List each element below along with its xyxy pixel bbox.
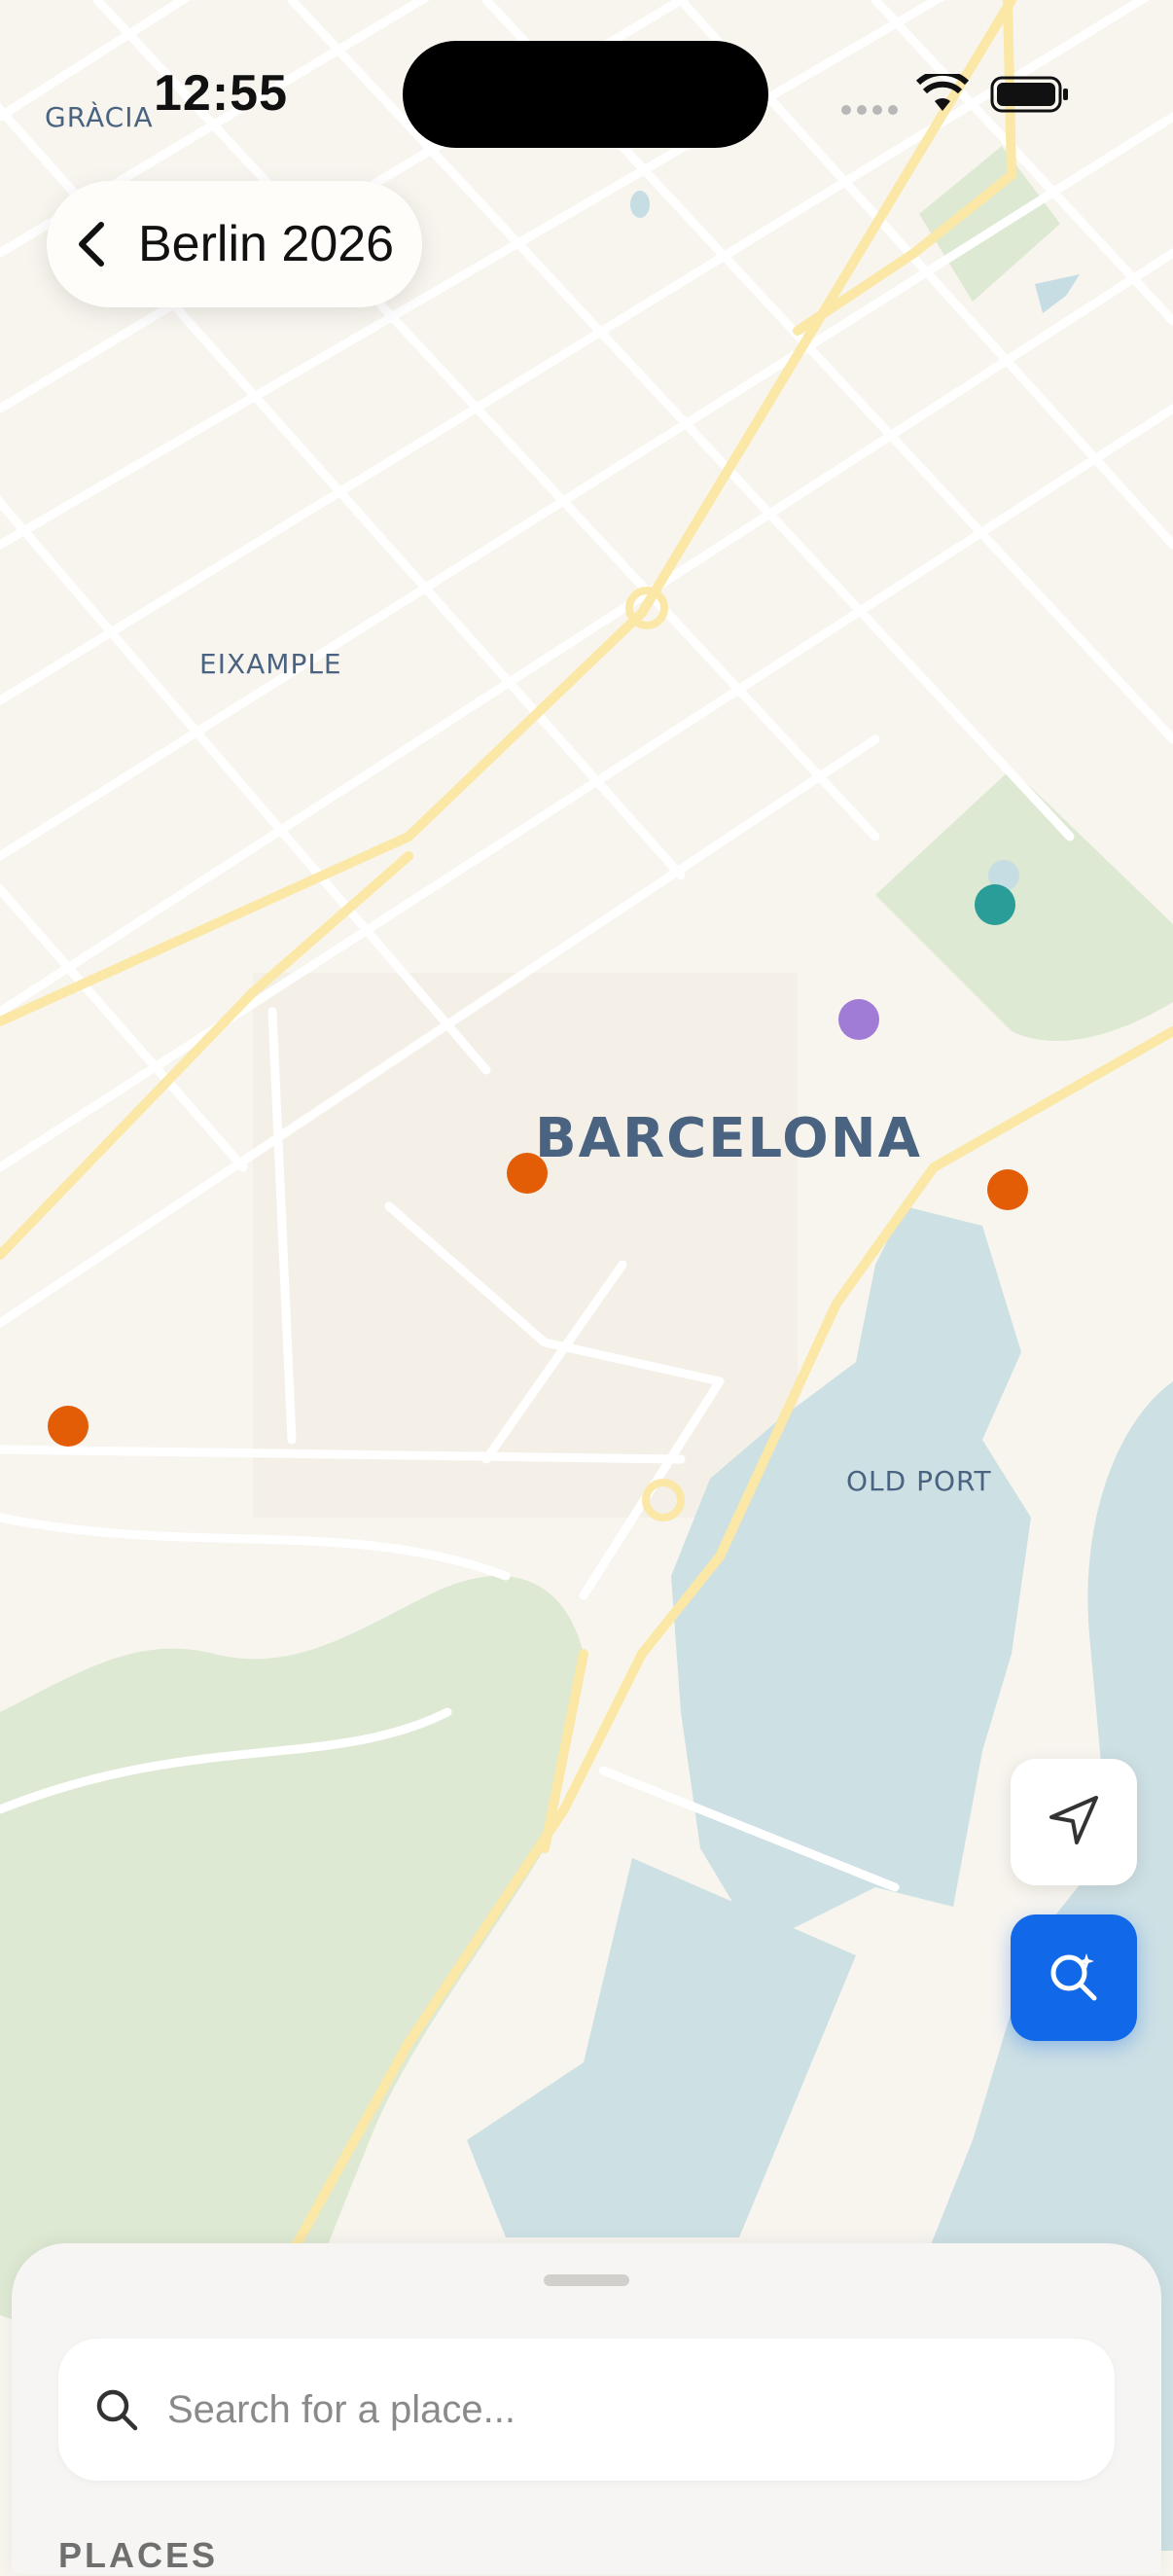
navigation-arrow-icon — [1044, 1790, 1104, 1855]
cellular-dots-icon — [840, 103, 899, 115]
battery-icon — [990, 74, 1070, 115]
back-button[interactable]: Berlin 2026 — [47, 181, 422, 307]
bottom-sheet[interactable]: PLACES — [12, 2243, 1161, 2575]
map-pin[interactable] — [975, 884, 1015, 925]
locate-button[interactable] — [1011, 1759, 1137, 1885]
map-label-gracia: GRÀCIA — [45, 101, 154, 133]
status-time: 12:55 — [154, 65, 288, 122]
chevron-left-icon — [64, 215, 123, 273]
trip-title: Berlin 2026 — [138, 216, 395, 272]
map-pin[interactable] — [507, 1153, 548, 1194]
map-pin[interactable] — [48, 1406, 89, 1447]
section-title-places: PLACES — [58, 2535, 219, 2575]
map-label-eixample: EIXAMPLE — [199, 648, 342, 680]
place-search-field[interactable] — [58, 2339, 1115, 2481]
search-icon — [93, 2386, 140, 2433]
wifi-icon — [915, 69, 970, 113]
map-label-city: BARCELONA — [535, 1107, 922, 1170]
search-input[interactable] — [165, 2386, 1045, 2433]
map-label-old-port: OLD PORT — [846, 1465, 992, 1497]
map-pin[interactable] — [987, 1169, 1028, 1210]
map-pin[interactable] — [838, 999, 879, 1040]
dynamic-island — [403, 41, 768, 148]
sparkle-search-icon — [1044, 1946, 1104, 2011]
ai-search-button[interactable] — [1011, 1914, 1137, 2041]
sheet-handle[interactable] — [544, 2274, 629, 2286]
map-canvas[interactable] — [0, 0, 1173, 2551]
